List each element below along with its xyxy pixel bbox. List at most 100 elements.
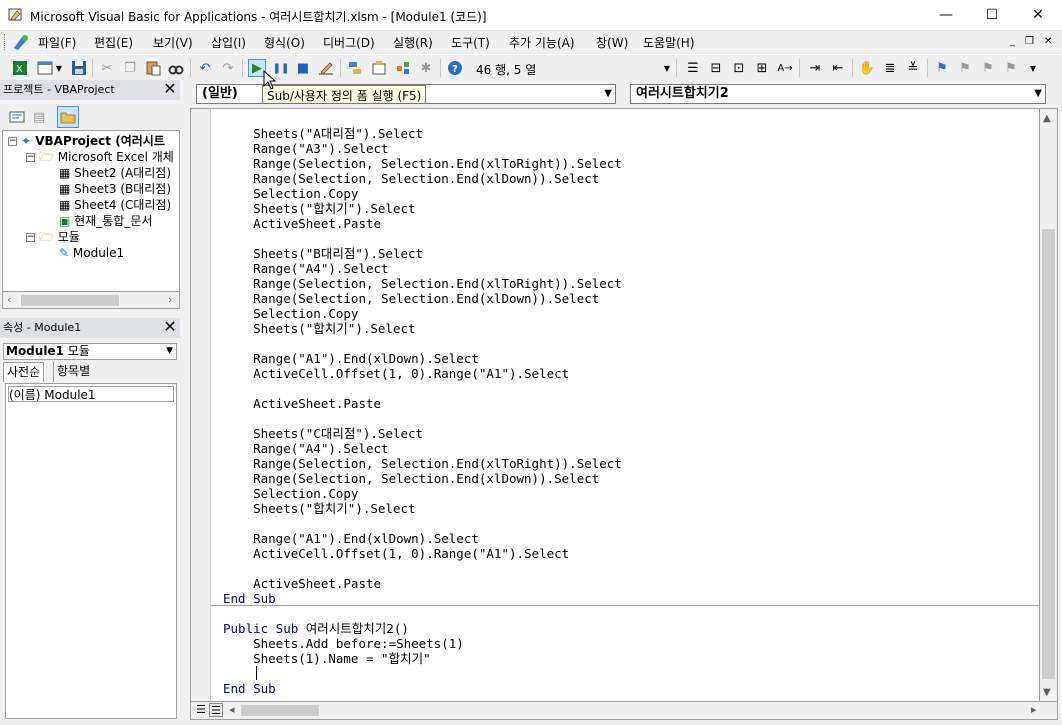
view-excel-icon[interactable]: X: [11, 59, 29, 77]
code-editor[interactable]: Sheets("A대리점").Select Range("A3").Select…: [190, 108, 1040, 702]
menu-addins[interactable]: 추가 기능(A): [509, 34, 575, 51]
properties-object-selector[interactable]: Module1 모듈 ▼: [3, 343, 177, 360]
toggle-folders-icon[interactable]: [57, 106, 79, 128]
uncomment-block-icon[interactable]: ≚: [904, 59, 922, 77]
modules-collapse-icon[interactable]: −: [26, 233, 35, 242]
scroll-thumb[interactable]: [21, 295, 119, 306]
code-line: Selection.Copy: [223, 486, 359, 501]
text-caret: [256, 666, 257, 680]
tree-item-workbook[interactable]: ▣ 현재_통합_문서: [59, 213, 152, 229]
tab-categorized[interactable]: 항목별: [53, 362, 93, 382]
menu-help[interactable]: 도움말(H): [643, 34, 695, 51]
scroll-thumb[interactable]: [1042, 229, 1055, 679]
project-panel-close-button[interactable]: ✕: [162, 81, 178, 98]
indent-icon[interactable]: ⇥: [806, 59, 824, 77]
menu-view[interactable]: 보기(V): [153, 34, 193, 51]
parameter-info-icon[interactable]: ⊞: [753, 59, 771, 77]
mdi-restore-button[interactable]: ❐: [1025, 36, 1034, 47]
scroll-right-icon[interactable]: ›: [168, 293, 172, 306]
tree-item-sheet4[interactable]: ▦ Sheet4 (C대리점): [59, 197, 171, 213]
menu-grip[interactable]: [4, 34, 7, 50]
view-object-icon[interactable]: ▤: [30, 108, 48, 126]
paste-icon[interactable]: [144, 59, 162, 77]
procedure-view-icon[interactable]: ☰: [194, 703, 208, 717]
chevron-down-icon[interactable]: ▼: [1034, 85, 1042, 103]
tree-item-module1[interactable]: ✎ Module1: [59, 245, 124, 261]
copy-icon[interactable]: ❐: [121, 59, 139, 77]
menu-window[interactable]: 창(W): [596, 34, 628, 51]
clear-bookmarks-icon[interactable]: ⚑: [1002, 59, 1020, 77]
tree-item-sheet3[interactable]: ▦ Sheet3 (B대리점): [59, 181, 171, 197]
toolbox-icon[interactable]: ✱: [417, 59, 435, 77]
object-browser-icon[interactable]: [394, 59, 412, 77]
undo-icon[interactable]: ↶: [196, 59, 214, 77]
close-button[interactable]: ✕: [1015, 0, 1061, 30]
help-icon[interactable]: ?: [446, 59, 464, 77]
scroll-right-icon[interactable]: ▸: [1031, 703, 1037, 716]
scroll-up-icon[interactable]: ▲: [1043, 113, 1051, 124]
toggle-bookmark-icon[interactable]: ⚑: [933, 59, 951, 77]
quick-info-icon[interactable]: ⊡: [730, 59, 748, 77]
project-horizontal-scrollbar[interactable]: ‹ ›: [2, 292, 180, 309]
properties-panel-close-button[interactable]: ✕: [162, 319, 178, 336]
tree-item-modules[interactable]: 🗁 모듈: [39, 229, 80, 245]
property-value[interactable]: Module1: [44, 388, 95, 402]
scroll-left-icon[interactable]: ‹: [7, 293, 11, 306]
find-icon[interactable]: [167, 59, 185, 77]
margin-indicator-bar[interactable]: [191, 109, 211, 701]
mdi-close-button[interactable]: ✕: [1044, 36, 1052, 47]
next-bookmark-icon[interactable]: ⚑: [956, 59, 974, 77]
property-key: (이름): [9, 388, 41, 402]
list-constants-icon[interactable]: ⊟: [707, 59, 725, 77]
excel-objects-collapse-icon[interactable]: −: [26, 153, 35, 162]
code-line: Range("A4").Select: [223, 261, 389, 276]
chevron-down-icon[interactable]: ▼: [166, 344, 173, 359]
outdent-icon[interactable]: ⇤: [829, 59, 847, 77]
maximize-button[interactable]: ☐: [969, 0, 1015, 30]
full-module-view-icon[interactable]: ☰: [209, 703, 223, 717]
reset-icon[interactable]: ■: [294, 59, 312, 77]
view-code-icon[interactable]: [8, 108, 26, 126]
menu-run[interactable]: 실행(R): [393, 34, 433, 51]
minimize-button[interactable]: —: [923, 0, 969, 30]
code-vertical-scrollbar[interactable]: ▲ ▼: [1040, 108, 1058, 702]
scroll-left-icon[interactable]: ◂: [229, 703, 235, 716]
design-mode-icon[interactable]: [317, 59, 335, 77]
root-collapse-icon[interactable]: −: [8, 137, 17, 146]
menu-insert[interactable]: 삽입(I): [211, 34, 246, 51]
cut-icon[interactable]: ✂: [98, 59, 116, 77]
tree-item-sheet2[interactable]: ▦ Sheet2 (A대리점): [59, 165, 171, 181]
tab-alphabetic[interactable]: 사전순: [3, 362, 45, 382]
vba-system-menu-icon[interactable]: [12, 33, 30, 51]
complete-word-icon[interactable]: A→: [776, 59, 794, 77]
code-line: Sheets(1).Name = "합치기": [223, 651, 431, 666]
code-line: Selection.Copy: [223, 306, 359, 321]
menu-edit[interactable]: 편집(E): [94, 34, 133, 51]
comment-block-icon[interactable]: ≣: [881, 59, 899, 77]
tree-item-vbaproject[interactable]: ✦ VBAProject (여러시트: [21, 133, 165, 149]
insert-userform-icon[interactable]: [36, 59, 54, 77]
list-properties-icon[interactable]: ☰: [684, 59, 702, 77]
save-icon[interactable]: [70, 59, 88, 77]
menu-tools[interactable]: 도구(T): [451, 34, 490, 51]
property-row-name[interactable]: (이름) Module1: [8, 386, 174, 402]
properties-window-icon[interactable]: [370, 59, 388, 77]
menu-format[interactable]: 형식(O): [264, 34, 305, 51]
menu-debug[interactable]: 디버그(D): [323, 34, 375, 51]
previous-bookmark-icon[interactable]: ⚑: [979, 59, 997, 77]
toggle-breakpoint-icon[interactable]: ✋: [858, 59, 876, 77]
project-explorer-icon[interactable]: [346, 59, 364, 77]
code-line: Sheets("C대리점").Select: [223, 426, 424, 441]
procedure-combo[interactable]: 여러시트합치기2 ▼: [630, 84, 1046, 104]
chevron-down-icon[interactable]: ▼: [604, 85, 612, 103]
scroll-down-icon[interactable]: ▼: [1043, 687, 1051, 698]
insert-dropdown-icon[interactable]: ▼: [54, 59, 64, 77]
tree-label-sheet4: Sheet4 (C대리점): [74, 198, 172, 212]
menu-file[interactable]: 파일(F): [38, 34, 76, 51]
toolbar-options-icon[interactable]: ▼: [662, 59, 672, 77]
mdi-minimize-button[interactable]: _: [1010, 36, 1015, 47]
redo-icon[interactable]: ↷: [219, 59, 237, 77]
tree-item-excel-objects[interactable]: 🗁 Microsoft Excel 개체: [39, 149, 174, 165]
scroll-thumb[interactable]: [241, 705, 319, 716]
edit-toolbar-options-icon[interactable]: ▼: [1028, 59, 1038, 77]
